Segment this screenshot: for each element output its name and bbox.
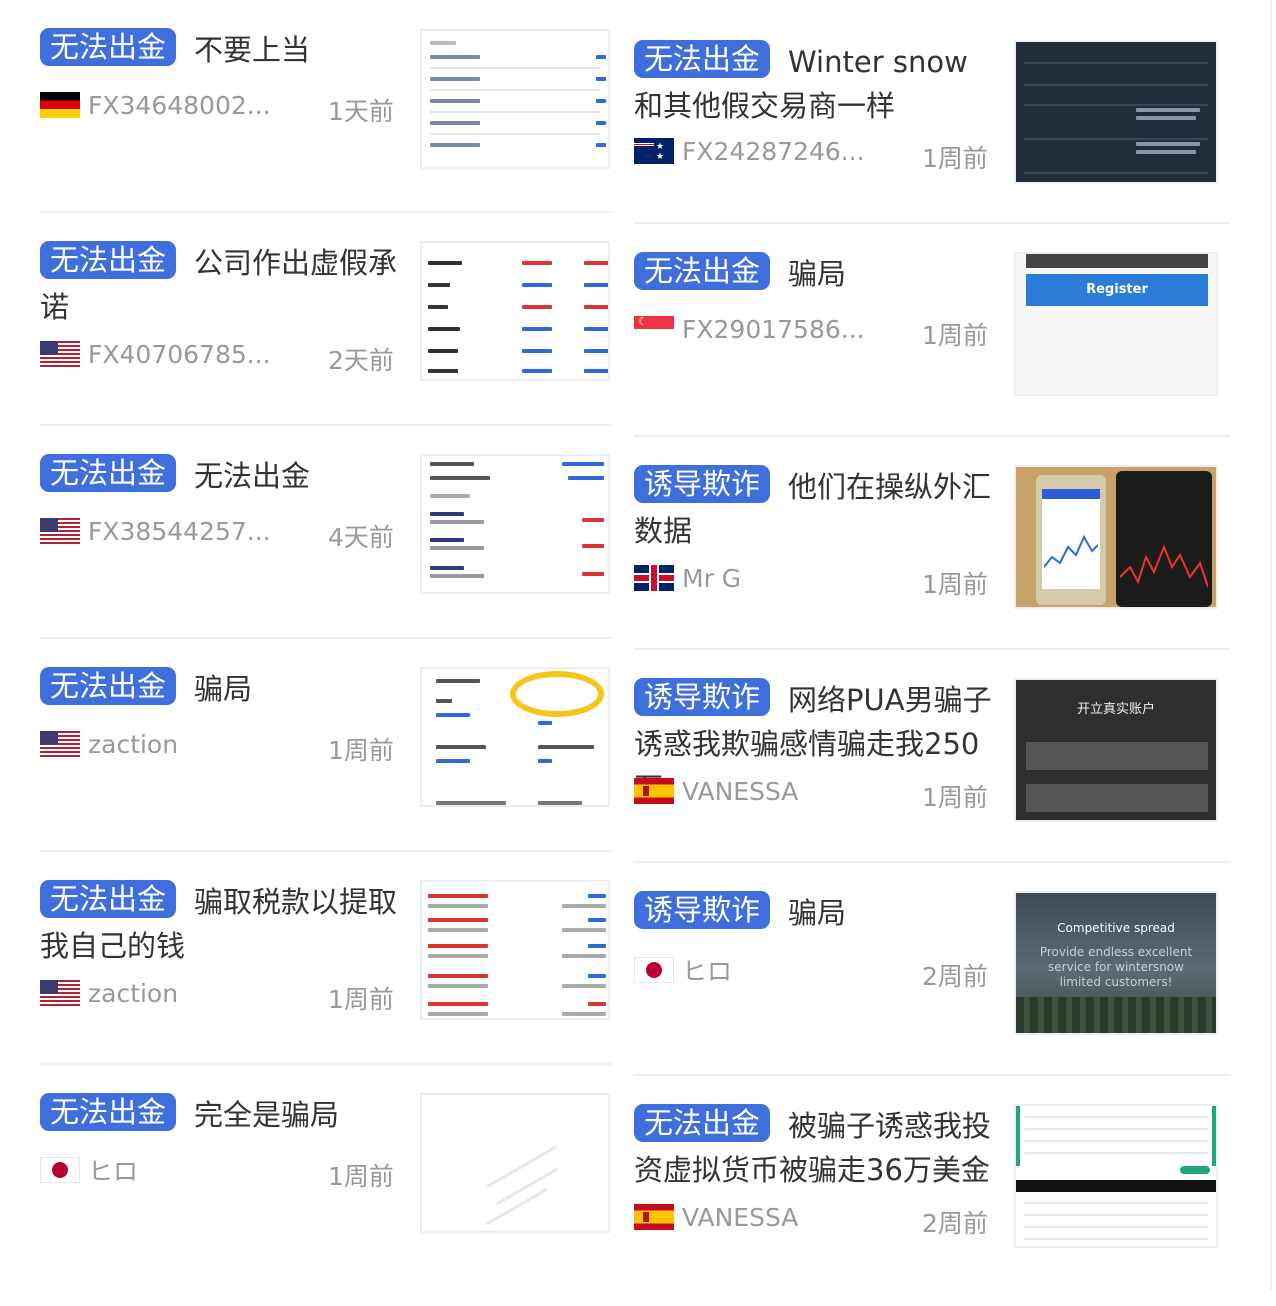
user-name: FX29017586...	[682, 314, 865, 344]
time-ago: 1天前	[328, 97, 394, 126]
list-item[interactable]: 无法出金 完全是骗局 ヒロ 1周前	[40, 1065, 612, 1278]
open-account-heading: 开立真实账户	[1076, 702, 1155, 717]
list-item[interactable]: 诱导欺诈网络PUA男骗子诱惑我欺骗感情骗走我250万 VANESSA 1周前 开…	[634, 650, 1230, 863]
time-ago: 1周前	[922, 570, 988, 599]
usa-flag-icon	[40, 731, 80, 757]
scrollbar-track[interactable]	[1270, 0, 1272, 1290]
list-item[interactable]: 诱导欺诈 他们在操纵外汇数据 Mr G 1周前	[634, 437, 1230, 650]
status-tag: 无法出金	[634, 252, 771, 290]
user-name: FX34648002...	[88, 90, 271, 120]
thumbnail-image[interactable]	[420, 241, 610, 381]
list-item[interactable]: 无法出金 骗局 zaction 1周前	[40, 639, 612, 852]
spread-body: Provide endless excellent service for wi…	[1039, 945, 1193, 989]
status-tag: 无法出金	[40, 241, 177, 279]
user-name: Mr G	[682, 563, 742, 593]
time-ago: 1周前	[922, 144, 988, 173]
item-title: 骗局	[194, 672, 253, 706]
thumbnail-image[interactable]	[1014, 465, 1218, 609]
list-item[interactable]: 无法出金 不要上当 FX34648002... 1天前	[40, 0, 612, 213]
status-tag: 无法出金	[634, 1104, 771, 1142]
register-button: Register	[1026, 274, 1208, 306]
user-name: ヒロ	[682, 957, 733, 986]
usa-flag-icon	[40, 341, 80, 367]
uk-flag-icon	[634, 565, 674, 591]
thumbnail-image[interactable]: 开立真实账户	[1014, 678, 1218, 822]
thumbnail-image[interactable]	[420, 29, 610, 169]
status-tag: 无法出金	[634, 40, 771, 78]
status-tag: 无法出金	[40, 28, 177, 66]
thumbnail-image[interactable]	[420, 880, 610, 1020]
item-title: 骗局	[788, 896, 847, 930]
spread-heading: Competitive spread	[1057, 921, 1175, 935]
usa-flag-icon	[40, 518, 80, 544]
status-tag: 诱导欺诈	[634, 678, 771, 716]
left-column: 无法出金 不要上当 FX34648002... 1天前 无法出金 公司作出虚假承诺 …	[40, 0, 612, 1278]
australia-flag-icon	[634, 138, 674, 164]
status-tag: 无法出金	[40, 1093, 177, 1131]
user-name: FX38544257...	[88, 516, 271, 546]
status-tag: 无法出金	[40, 667, 177, 705]
thumbnail-image[interactable]	[1014, 1104, 1218, 1248]
user-name: zaction	[88, 978, 179, 1008]
thumbnail-image[interactable]: Competitive spread Provide endless excel…	[1014, 891, 1218, 1035]
user-name: FX40706785...	[88, 339, 271, 369]
time-ago: 1周前	[922, 783, 988, 812]
list-item[interactable]: 无法出金 被骗子诱惑我投资虚拟货币被骗走36万美金 VANESSA 2周前	[634, 1076, 1230, 1289]
time-ago: 2周前	[922, 1209, 988, 1238]
item-title: 不要上当	[194, 33, 311, 67]
list-item[interactable]: 无法出金 公司作出虚假承诺 FX40706785... 2天前	[40, 213, 612, 426]
user-name: VANESSA	[682, 776, 799, 806]
status-tag: 诱导欺诈	[634, 465, 771, 503]
status-tag: 无法出金	[40, 880, 177, 918]
time-ago: 1周前	[328, 736, 394, 765]
japan-flag-icon	[634, 957, 674, 983]
germany-flag-icon	[40, 92, 80, 118]
time-ago: 1周前	[328, 1162, 394, 1191]
list-item[interactable]: 无法出金 无法出金 FX38544257... 4天前	[40, 426, 612, 639]
japan-flag-icon	[40, 1157, 80, 1183]
thumbnail-image[interactable]	[1014, 40, 1218, 184]
user-name: zaction	[88, 729, 179, 759]
time-ago: 1周前	[328, 985, 394, 1014]
item-title: 无法出金	[194, 459, 311, 493]
usa-flag-icon	[40, 980, 80, 1006]
spain-flag-icon	[634, 1204, 674, 1230]
thumbnail-image[interactable]	[420, 667, 610, 807]
spain-flag-icon	[634, 778, 674, 804]
user-name: FX24287246...	[682, 136, 865, 166]
time-ago: 2天前	[328, 346, 394, 375]
list-item[interactable]: 无法出金Winter snow和其他假交易商一样 FX24287246... 1…	[634, 0, 1230, 224]
list-item[interactable]: 诱导欺诈 骗局 ヒロ 2周前 Competitive spread Provide…	[634, 863, 1230, 1076]
thumbnail-image[interactable]	[420, 454, 610, 594]
item-title: 骗局	[788, 257, 847, 291]
time-ago: 2周前	[922, 962, 988, 991]
right-column: 无法出金Winter snow和其他假交易商一样 FX24287246... 1…	[634, 0, 1230, 1289]
status-tag: 无法出金	[40, 454, 177, 492]
item-title: 完全是骗局	[194, 1098, 340, 1132]
user-name: ヒロ	[88, 1157, 139, 1186]
time-ago: 1周前	[922, 321, 988, 350]
status-tag: 诱导欺诈	[634, 891, 771, 929]
list-item[interactable]: 无法出金骗局 FX29017586... 1周前 Register	[634, 224, 1230, 437]
list-item[interactable]: 无法出金 骗取税款以提取我自己的钱 zaction 1周前	[40, 852, 612, 1065]
thumbnail-image[interactable]: Register	[1014, 252, 1218, 396]
singapore-flag-icon	[634, 316, 674, 342]
user-name: VANESSA	[682, 1202, 799, 1232]
time-ago: 4天前	[328, 523, 394, 552]
thumbnail-image[interactable]	[420, 1093, 610, 1233]
